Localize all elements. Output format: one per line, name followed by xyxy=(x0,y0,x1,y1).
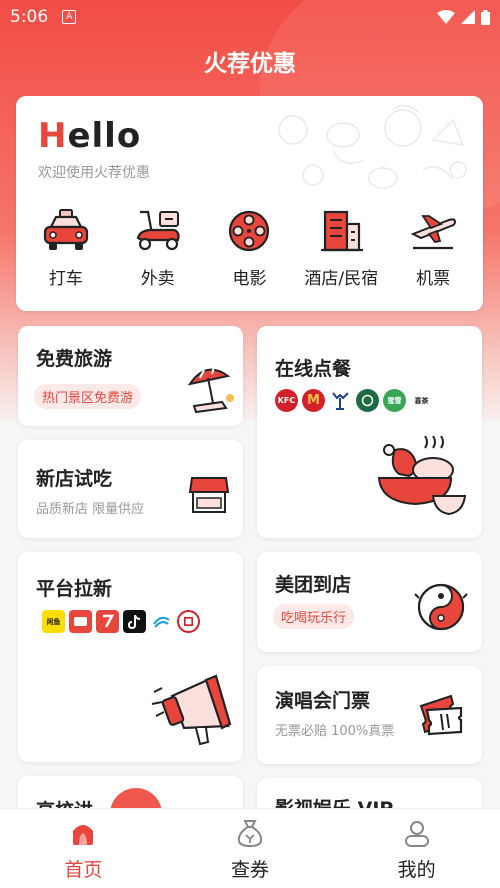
bank-logo xyxy=(177,610,200,633)
ticket-icon xyxy=(419,694,463,736)
vegetable-decoration-icon xyxy=(278,104,467,189)
nav-label: 查券 xyxy=(231,859,270,881)
wifi-icon xyxy=(437,10,455,24)
deer-logo xyxy=(329,389,352,412)
tile-online-order[interactable]: 在线点餐 KFC M 蜜雪 喜茶 xyxy=(257,326,482,538)
app-logo-red-2 xyxy=(96,610,119,633)
xianyu-logo: 闲鱼 xyxy=(42,610,65,633)
megaphone-icon xyxy=(151,674,232,746)
hello-subtitle: 欢迎使用火荐优惠 xyxy=(38,165,150,181)
food-bowl-icon xyxy=(377,436,467,516)
film-reel-icon xyxy=(229,210,270,252)
tile-concert[interactable]: 演唱会门票 无票必赔 100%真票 xyxy=(257,666,482,764)
status-time: 5:06 xyxy=(10,7,49,27)
status-bar: 5:06 A xyxy=(0,0,500,34)
coupon-bag-icon xyxy=(237,820,263,848)
nav-profile[interactable]: 我的 xyxy=(333,809,500,888)
starbucks-logo xyxy=(356,389,379,412)
user-icon xyxy=(404,821,429,847)
hotel-icon xyxy=(321,210,364,252)
tile-subtitle: 品质新店 限量供应 xyxy=(36,502,145,517)
tile-free-travel[interactable]: 免费旅游 热门景区免费游 xyxy=(18,326,243,426)
tile-title: 美团到店 xyxy=(275,574,352,596)
platform-logos: 闲鱼 xyxy=(42,610,200,633)
hotpot-icon xyxy=(414,583,468,631)
mixue-logo: 蜜雪 xyxy=(383,389,406,412)
app-logo-red xyxy=(69,610,92,633)
service-row: 打车 外卖 电影 酒店/民宿 机票 xyxy=(16,208,483,289)
status-icons xyxy=(437,9,490,25)
signal-icon xyxy=(461,10,475,24)
page-title: 火荐优惠 xyxy=(204,51,296,77)
service-hotel[interactable]: 酒店/民宿 xyxy=(296,208,386,289)
nav-label: 首页 xyxy=(64,859,103,881)
service-takeout[interactable]: 外卖 xyxy=(113,208,203,289)
kfc-logo: KFC xyxy=(275,389,298,412)
hello-card: Hello 欢迎使用火荐优惠 打车 外卖 电影 酒店/民宿 机票 xyxy=(16,96,483,311)
tile-title: 免费旅游 xyxy=(36,348,113,370)
heytea-logo: 喜茶 xyxy=(410,389,433,412)
tile-tag: 吃喝玩乐行 xyxy=(273,604,355,629)
airplane-icon xyxy=(410,215,457,250)
storefront-icon xyxy=(188,477,230,513)
app-notification-icon: A xyxy=(62,10,77,24)
tile-title: 在线点餐 xyxy=(275,358,352,380)
service-flight[interactable]: 机票 xyxy=(388,208,478,289)
douyin-logo xyxy=(123,610,146,633)
tile-tag: 热门景区免费游 xyxy=(34,384,142,409)
tile-title: 新店试吃 xyxy=(36,468,113,490)
taxi-icon xyxy=(43,209,88,250)
service-label: 外卖 xyxy=(140,269,175,289)
nav-coupons[interactable]: 查券 xyxy=(167,809,334,888)
service-movie[interactable]: 电影 xyxy=(204,208,294,289)
service-label: 打车 xyxy=(48,269,83,289)
battery-icon xyxy=(481,9,490,25)
hello-title: Hello xyxy=(38,116,142,156)
service-label: 酒店/民宿 xyxy=(304,269,379,289)
tile-title: 演唱会门票 xyxy=(275,690,371,712)
tile-new-store[interactable]: 新店试吃 品质新店 限量供应 xyxy=(18,440,243,538)
tile-subtitle: 无票必赔 100%真票 xyxy=(275,724,395,739)
mobile-logo xyxy=(150,610,173,633)
tile-meituan[interactable]: 美团到店 吃喝玩乐行 xyxy=(257,552,482,652)
tile-title: 平台拉新 xyxy=(36,578,113,600)
home-icon xyxy=(73,825,94,845)
beach-umbrella-icon xyxy=(187,366,234,414)
service-taxi[interactable]: 打车 xyxy=(21,208,111,289)
nav-home[interactable]: 首页 xyxy=(0,809,167,888)
tile-platform-new[interactable]: 平台拉新 闲鱼 xyxy=(18,552,243,762)
nav-label: 我的 xyxy=(397,859,436,881)
bottom-nav: 首页 查券 我的 xyxy=(0,808,500,888)
service-label: 电影 xyxy=(232,269,267,289)
scooter-icon xyxy=(136,210,180,251)
brand-logos: KFC M 蜜雪 喜茶 xyxy=(275,389,433,412)
mcdonalds-logo: M xyxy=(302,389,325,412)
service-label: 机票 xyxy=(416,269,451,289)
